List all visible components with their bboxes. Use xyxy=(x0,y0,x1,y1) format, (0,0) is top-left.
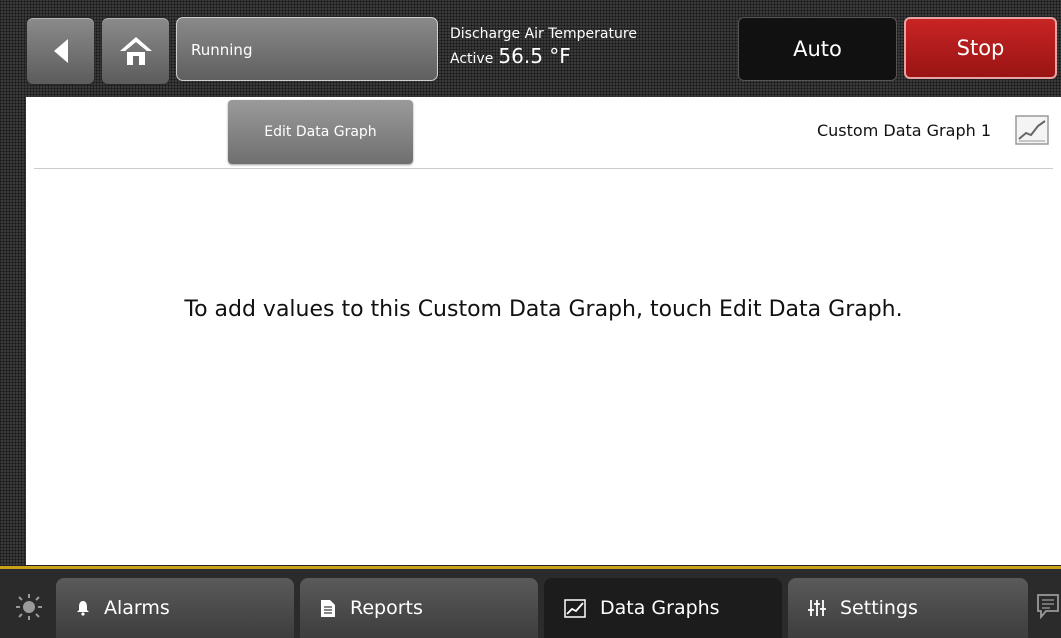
data-graph-panel: Edit Data Graph Custom Data Graph 1 To a… xyxy=(26,97,1061,565)
stop-button[interactable]: Stop xyxy=(904,17,1057,79)
home-icon xyxy=(119,37,152,65)
graph-icon xyxy=(564,598,586,618)
graph-selector-icon[interactable] xyxy=(1015,115,1049,145)
top-bar: Running Discharge Air Temperature Active… xyxy=(0,0,1061,94)
home-button[interactable] xyxy=(101,17,170,85)
tab-reports[interactable]: Reports xyxy=(300,578,538,638)
tab-label: Alarms xyxy=(104,597,170,619)
document-icon xyxy=(321,599,335,617)
brightness-icon[interactable] xyxy=(15,593,43,621)
discharge-label: Discharge Air Temperature xyxy=(450,26,637,42)
back-button[interactable] xyxy=(26,17,95,85)
empty-graph-message: To add values to this Custom Data Graph,… xyxy=(184,297,903,322)
back-arrow-icon xyxy=(53,39,68,63)
auto-mode-button[interactable]: Auto xyxy=(738,17,897,81)
chat-icon[interactable] xyxy=(1036,593,1060,619)
tab-label: Reports xyxy=(350,597,423,619)
divider xyxy=(34,168,1053,169)
discharge-temperature-readout: Discharge Air Temperature Active 56.5 °F xyxy=(450,26,637,68)
active-label: Active xyxy=(450,51,494,67)
tab-settings[interactable]: Settings xyxy=(788,578,1028,638)
sliders-icon xyxy=(808,600,826,616)
bottom-navigation: Alarms Reports Data Graphs Settings xyxy=(0,569,1061,638)
tab-label: Settings xyxy=(840,597,918,619)
tab-alarms[interactable]: Alarms xyxy=(56,578,294,638)
status-indicator[interactable]: Running xyxy=(176,17,438,81)
active-value: 56.5 °F xyxy=(498,44,571,68)
tab-data-graphs[interactable]: Data Graphs xyxy=(544,578,782,638)
graph-title: Custom Data Graph 1 xyxy=(816,121,991,140)
tab-label: Data Graphs xyxy=(600,597,720,619)
bell-icon xyxy=(77,601,89,616)
edit-data-graph-button[interactable]: Edit Data Graph xyxy=(228,100,413,164)
